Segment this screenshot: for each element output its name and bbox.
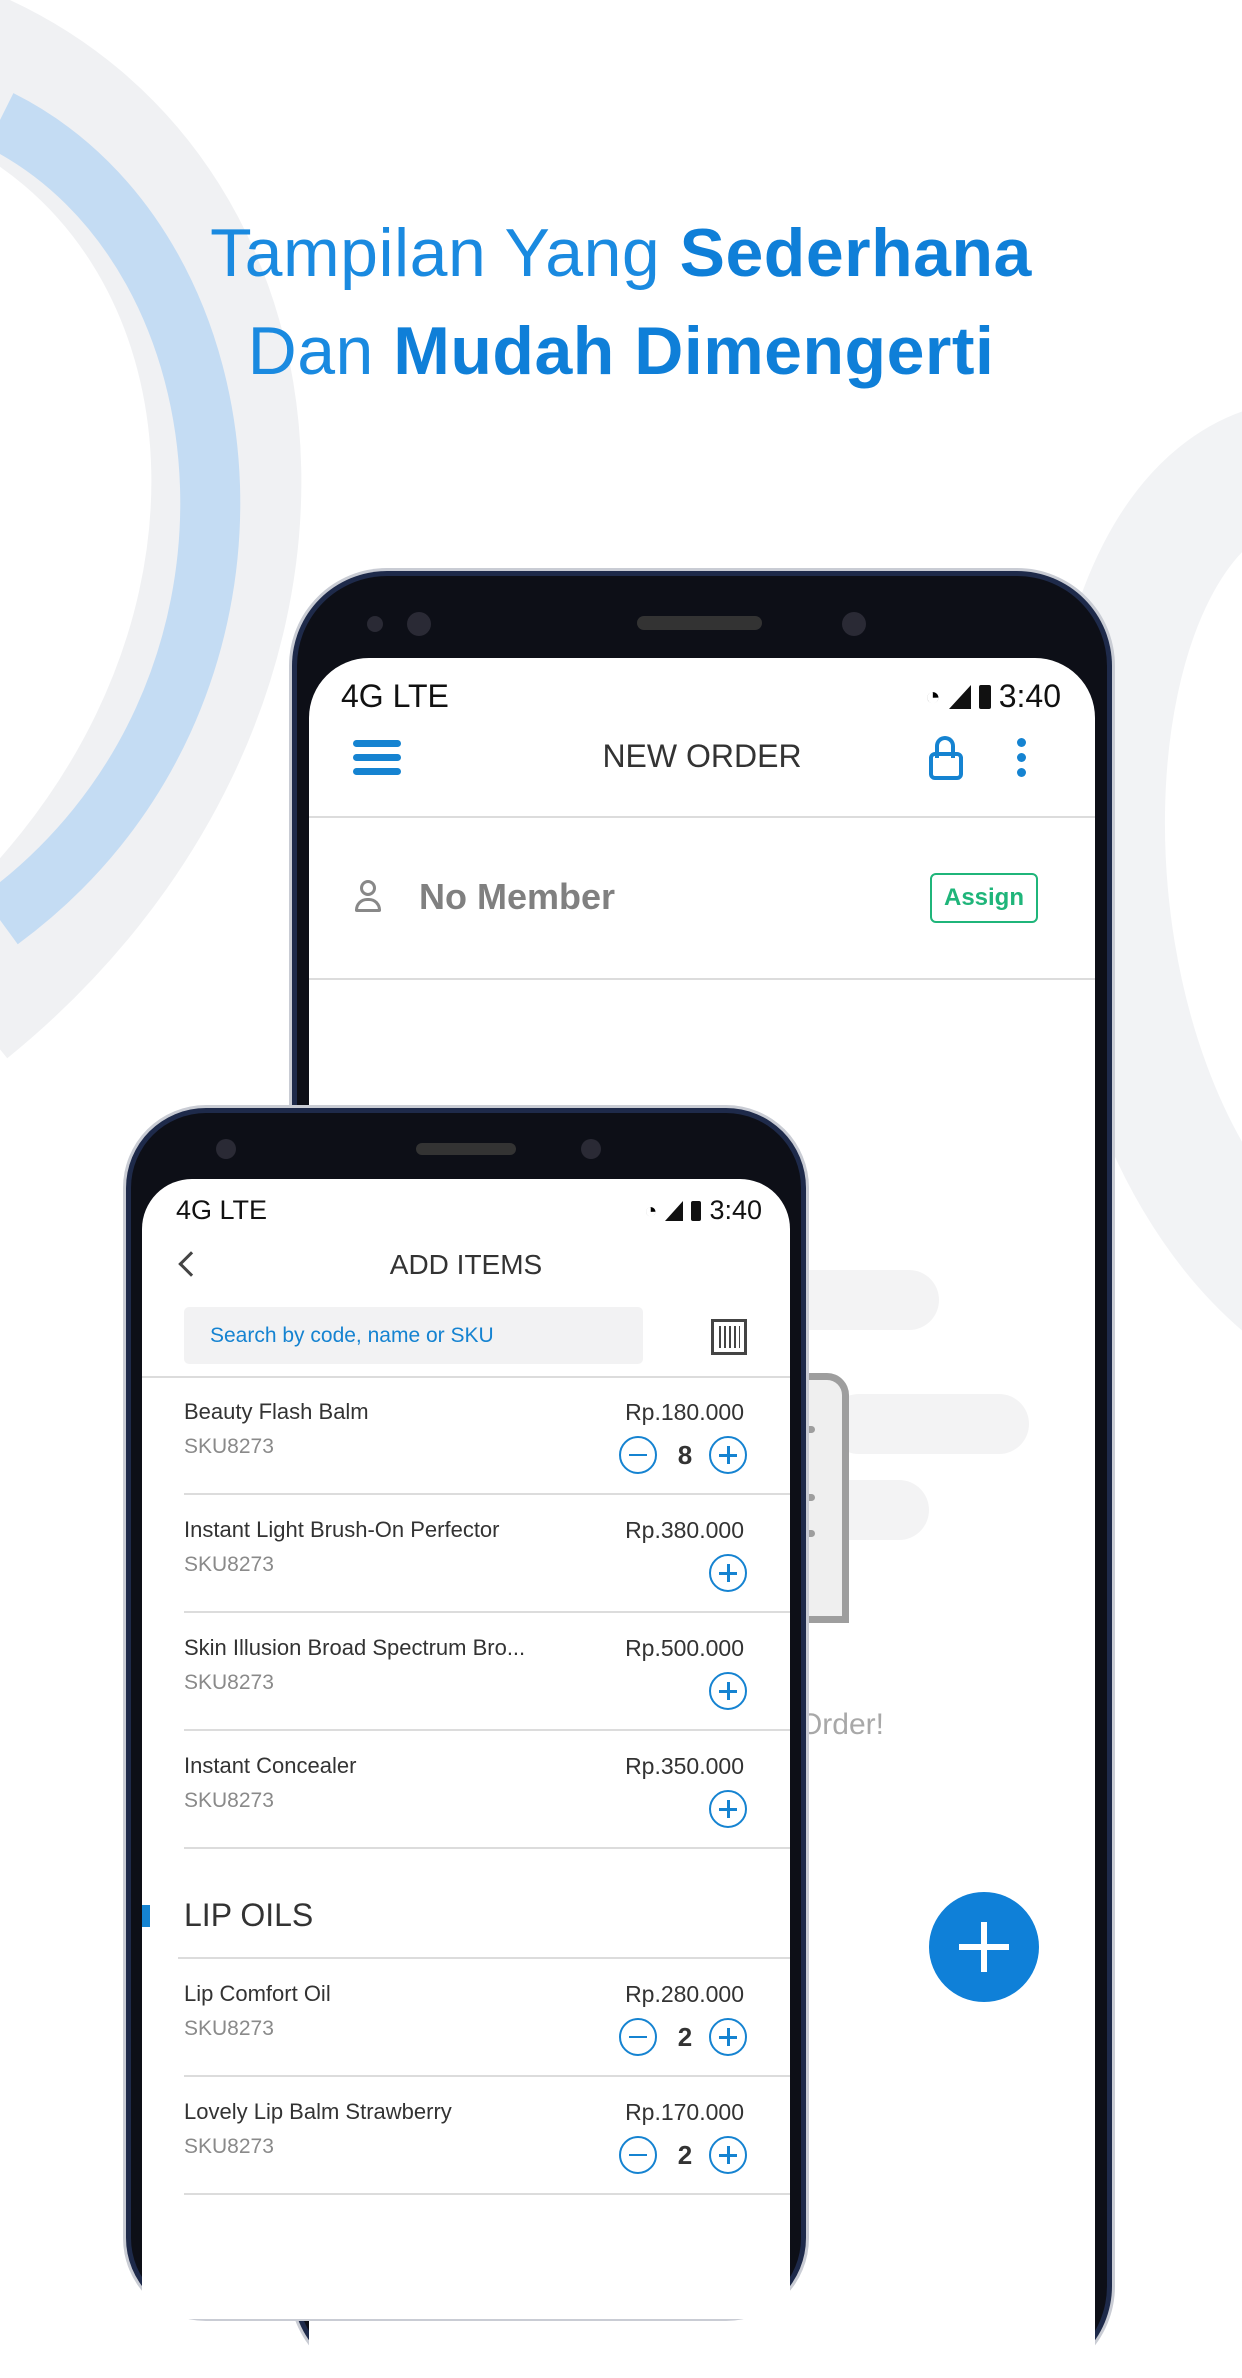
front-phone: 4G LTE ◔ 3:40 ADD ITEMS Search by code, … <box>131 1113 801 2319</box>
person-icon <box>355 880 381 914</box>
item-name: Instant Concealer <box>184 1753 357 1778</box>
item-name: Instant Light Brush-On Perfector <box>184 1517 500 1542</box>
sensor <box>367 616 383 632</box>
headline-line-1: Tampilan Yang Sederhana <box>0 214 1242 292</box>
page-title: ADD ITEMS <box>389 1249 543 1280</box>
item-row[interactable]: Lip Comfort Oil SKU8273 Rp.280.000 2 <box>142 1959 790 2077</box>
item-price: Rp.350.000 <box>625 1753 744 1779</box>
item-sku: SKU8273 <box>184 1553 274 1576</box>
headline-regular: Tampilan Yang <box>210 215 680 291</box>
item-row[interactable]: Skin Illusion Broad Spectrum Bro... SKU8… <box>142 1613 790 1731</box>
item-row[interactable]: Instant Light Brush-On Perfector SKU8273… <box>142 1495 790 1613</box>
increase-qty-button[interactable] <box>709 1672 747 1710</box>
section-title: LIP OILS <box>184 1897 314 1933</box>
item-name: Lip Comfort Oil <box>184 1981 331 2006</box>
item-quantity: 2 <box>677 2140 693 2170</box>
signal-icon <box>665 1200 684 1221</box>
headline-bold: Mudah Dimengerti <box>393 313 995 389</box>
decrease-qty-button[interactable] <box>619 2018 657 2056</box>
plus-icon <box>719 2146 737 2164</box>
item-price: Rp.280.000 <box>625 1981 744 2007</box>
signal-icon <box>948 684 971 709</box>
plus-icon <box>959 1922 1009 1972</box>
assign-button[interactable]: Assign <box>930 873 1038 923</box>
increase-qty-button[interactable] <box>709 2136 747 2174</box>
unlock-icon <box>929 752 963 780</box>
search-input[interactable]: Search by code, name or SKU <box>184 1307 643 1364</box>
item-sku: SKU8273 <box>184 1789 274 1812</box>
item-sku: SKU8273 <box>184 2135 274 2158</box>
plus-icon <box>719 1682 737 1700</box>
item-row[interactable]: Lovely Lip Balm Strawberry SKU8273 Rp.17… <box>142 2077 790 2195</box>
barcode-scan-button[interactable] <box>711 1319 747 1355</box>
item-price: Rp.170.000 <box>625 2099 744 2125</box>
headline-regular: Dan <box>247 313 394 389</box>
item-sku: SKU8273 <box>184 2017 274 2040</box>
battery-icon <box>691 1200 702 1221</box>
increase-qty-button[interactable] <box>709 1436 747 1474</box>
more-options-button[interactable] <box>1017 738 1027 777</box>
minus-icon <box>629 2153 647 2157</box>
item-row[interactable]: Beauty Flash Balm SKU8273 Rp.180.000 8 <box>142 1377 790 1495</box>
speaker-grille <box>637 616 762 630</box>
status-network: 4G LTE <box>176 1195 268 1225</box>
wifi-icon: ◔ <box>925 681 941 711</box>
wifi-icon: ◔ <box>644 1197 658 1223</box>
row-divider <box>184 2193 790 2195</box>
sensor <box>407 612 431 636</box>
increase-qty-button[interactable] <box>709 2018 747 2056</box>
item-name: Skin Illusion Broad Spectrum Bro... <box>184 1635 526 1660</box>
item-price: Rp.180.000 <box>625 1399 744 1425</box>
plus-icon <box>719 1446 737 1464</box>
member-label: No Member <box>419 876 616 917</box>
minus-icon <box>629 1453 647 1457</box>
decrease-qty-button[interactable] <box>619 2136 657 2174</box>
item-price: Rp.380.000 <box>625 1517 744 1543</box>
empty-bubble <box>829 1394 1029 1454</box>
add-items-screen: 4G LTE ◔ 3:40 ADD ITEMS Search by code, … <box>142 1179 790 2319</box>
page-title: NEW ORDER <box>602 738 802 774</box>
item-quantity: 8 <box>677 1440 693 1470</box>
camera <box>581 1139 601 1159</box>
plus-icon <box>719 1800 737 1818</box>
camera <box>842 612 866 636</box>
item-sku: SKU8273 <box>184 1435 274 1458</box>
increase-qty-button[interactable] <box>709 1790 747 1828</box>
empty-bubble <box>779 1270 939 1330</box>
status-time: 3:40 <box>709 1195 762 1225</box>
headline-bold: Sederhana <box>679 215 1032 291</box>
item-sku: SKU8273 <box>184 1671 274 1694</box>
item-price: Rp.500.000 <box>625 1635 744 1661</box>
unlock-button[interactable] <box>929 736 963 780</box>
battery-icon <box>978 684 991 709</box>
item-name: Lovely Lip Balm Strawberry <box>184 2099 452 2124</box>
plus-icon <box>719 1564 737 1582</box>
increase-qty-button[interactable] <box>709 1554 747 1592</box>
item-row[interactable]: Instant Concealer SKU8273 Rp.350.000 <box>142 1731 790 1849</box>
speaker-grille <box>416 1143 516 1155</box>
item-name: Beauty Flash Balm <box>184 1399 369 1424</box>
item-quantity: 2 <box>677 2022 693 2052</box>
status-time: 3:40 <box>998 678 1061 714</box>
plus-icon <box>719 2028 737 2046</box>
status-network: 4G LTE <box>341 678 449 714</box>
decrease-qty-button[interactable] <box>619 1436 657 1474</box>
add-item-fab[interactable] <box>929 1892 1039 2002</box>
sensor <box>216 1139 236 1159</box>
section-marker <box>142 1905 150 1927</box>
minus-icon <box>629 2035 647 2039</box>
headline-line-2: Dan Mudah Dimengerti <box>0 312 1242 390</box>
row-divider <box>184 1847 790 1849</box>
